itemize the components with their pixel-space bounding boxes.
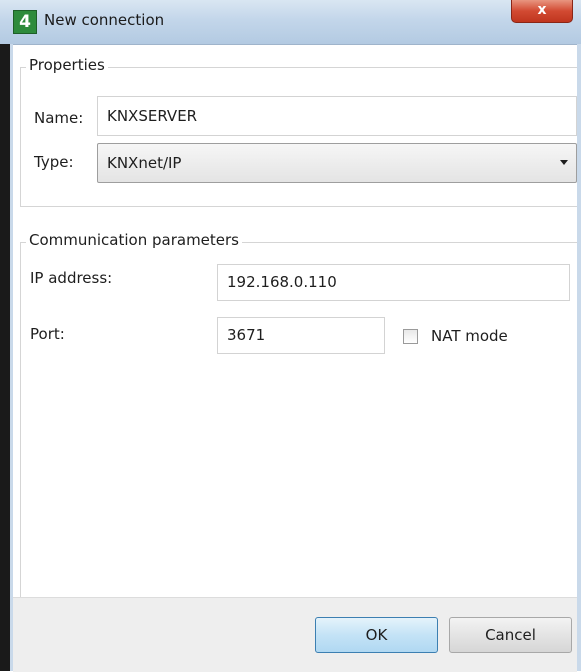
type-select-value: KNXnet/IP [107, 154, 182, 172]
ip-address-input[interactable]: 192.168.0.110 [217, 264, 570, 301]
type-select[interactable]: KNXnet/IP [97, 143, 577, 183]
window-frame-left [0, 44, 10, 671]
type-label: Type: [34, 153, 74, 171]
window-frame-left-inner [10, 44, 13, 671]
ip-address-label: IP address: [30, 269, 113, 287]
ok-button[interactable]: OK [315, 617, 438, 653]
cancel-button[interactable]: Cancel [449, 617, 572, 653]
close-icon: x [537, 2, 547, 18]
chevron-down-icon [560, 160, 568, 165]
app-logo-icon: 4 [13, 10, 37, 34]
dialog-footer: OK Cancel [13, 597, 577, 672]
port-input[interactable]: 3671 [217, 317, 385, 354]
name-label: Name: [34, 109, 84, 127]
properties-group-left-border [20, 67, 21, 206]
title-bar: 4 New connection x [0, 0, 581, 45]
properties-group-bottom-border [20, 206, 577, 207]
window-title: New connection [44, 11, 165, 29]
nat-mode-checkbox[interactable] [403, 329, 418, 344]
window-frame-right [577, 44, 581, 671]
properties-legend: Properties [26, 56, 108, 74]
communication-legend: Communication parameters [26, 231, 242, 249]
close-button[interactable]: x [511, 0, 573, 23]
nat-mode-label[interactable]: NAT mode [431, 327, 508, 345]
port-label: Port: [30, 325, 65, 343]
name-input[interactable]: KNXSERVER [97, 96, 577, 136]
communication-group-left-border [20, 242, 21, 597]
